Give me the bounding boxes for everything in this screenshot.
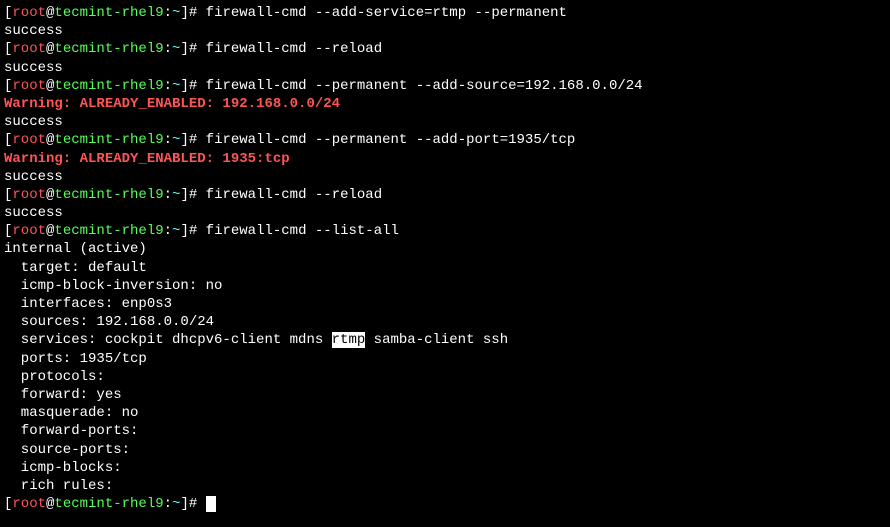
prompt-host: tecmint-rhel9 — [54, 496, 163, 512]
bracket-close: ] — [180, 5, 188, 21]
prompt-user: root — [12, 5, 46, 21]
output-icmp-blocks: icmp-blocks: — [4, 459, 886, 477]
bracket-close: ] — [180, 132, 188, 148]
prompt-colon: : — [164, 132, 172, 148]
bracket-close: ] — [180, 187, 188, 203]
prompt-user: root — [12, 187, 46, 203]
command-text: firewall-cmd --reload — [206, 187, 382, 203]
output-source-ports: source-ports: — [4, 441, 886, 459]
prompt-host: tecmint-rhel9 — [54, 41, 163, 57]
command-text: firewall-cmd --reload — [206, 41, 382, 57]
output-ports: ports: 1935/tcp — [4, 350, 886, 368]
terminal-line: [root@tecmint-rhel9:~]# firewall-cmd --a… — [4, 4, 886, 22]
prompt-colon: : — [164, 41, 172, 57]
prompt-user: root — [12, 132, 46, 148]
command-text: firewall-cmd --list-all — [206, 223, 399, 239]
command-text: firewall-cmd --add-service=rtmp --perman… — [206, 5, 567, 21]
output-rich-rules: rich rules: — [4, 477, 886, 495]
prompt-host: tecmint-rhel9 — [54, 223, 163, 239]
prompt-colon: : — [164, 496, 172, 512]
output-success: success — [4, 168, 886, 186]
output-icmp-inversion: icmp-block-inversion: no — [4, 277, 886, 295]
services-post: samba-client ssh — [365, 332, 508, 348]
output-warning: Warning: ALREADY_ENABLED: 192.168.0.0/24 — [4, 95, 886, 113]
output-services: services: cockpit dhcpv6-client mdns rtm… — [4, 331, 886, 349]
output-masquerade: masquerade: no — [4, 404, 886, 422]
output-sources: sources: 192.168.0.0/24 — [4, 313, 886, 331]
services-highlight: rtmp — [332, 332, 366, 348]
bracket-close: ] — [180, 78, 188, 94]
output-success: success — [4, 204, 886, 222]
prompt-host: tecmint-rhel9 — [54, 187, 163, 203]
output-success: success — [4, 59, 886, 77]
prompt-hash: # — [189, 5, 206, 21]
terminal-line-current[interactable]: [root@tecmint-rhel9:~]# — [4, 495, 886, 513]
bracket-close: ] — [180, 223, 188, 239]
prompt-colon: : — [164, 223, 172, 239]
prompt-colon: : — [164, 187, 172, 203]
terminal-line: [root@tecmint-rhel9:~]# firewall-cmd --r… — [4, 186, 886, 204]
output-interfaces: interfaces: enp0s3 — [4, 295, 886, 313]
prompt-hash: # — [189, 41, 206, 57]
prompt-hash: # — [189, 187, 206, 203]
output-protocols: protocols: — [4, 368, 886, 386]
terminal-line: [root@tecmint-rhel9:~]# firewall-cmd --p… — [4, 77, 886, 95]
prompt-hash: # — [189, 132, 206, 148]
prompt-hash: # — [189, 496, 206, 512]
prompt-user: root — [12, 78, 46, 94]
prompt-host: tecmint-rhel9 — [54, 5, 163, 21]
prompt-host: tecmint-rhel9 — [54, 78, 163, 94]
output-zone: internal (active) — [4, 240, 886, 258]
prompt-hash: # — [189, 78, 206, 94]
prompt-user: root — [12, 496, 46, 512]
command-text: firewall-cmd --permanent --add-port=1935… — [206, 132, 576, 148]
output-forward: forward: yes — [4, 386, 886, 404]
cursor-icon[interactable] — [206, 496, 216, 512]
prompt-host: tecmint-rhel9 — [54, 132, 163, 148]
prompt-colon: : — [164, 5, 172, 21]
terminal-line: [root@tecmint-rhel9:~]# firewall-cmd --r… — [4, 40, 886, 58]
prompt-user: root — [12, 41, 46, 57]
services-pre: services: cockpit dhcpv6-client mdns — [4, 332, 332, 348]
command-text: firewall-cmd --permanent --add-source=19… — [206, 78, 643, 94]
bracket-close: ] — [180, 496, 188, 512]
output-target: target: default — [4, 259, 886, 277]
terminal-line: [root@tecmint-rhel9:~]# firewall-cmd --p… — [4, 131, 886, 149]
terminal-line: [root@tecmint-rhel9:~]# firewall-cmd --l… — [4, 222, 886, 240]
output-warning: Warning: ALREADY_ENABLED: 1935:tcp — [4, 150, 886, 168]
prompt-hash: # — [189, 223, 206, 239]
bracket-close: ] — [180, 41, 188, 57]
output-forward-ports: forward-ports: — [4, 422, 886, 440]
prompt-user: root — [12, 223, 46, 239]
output-success: success — [4, 22, 886, 40]
output-success: success — [4, 113, 886, 131]
prompt-colon: : — [164, 78, 172, 94]
